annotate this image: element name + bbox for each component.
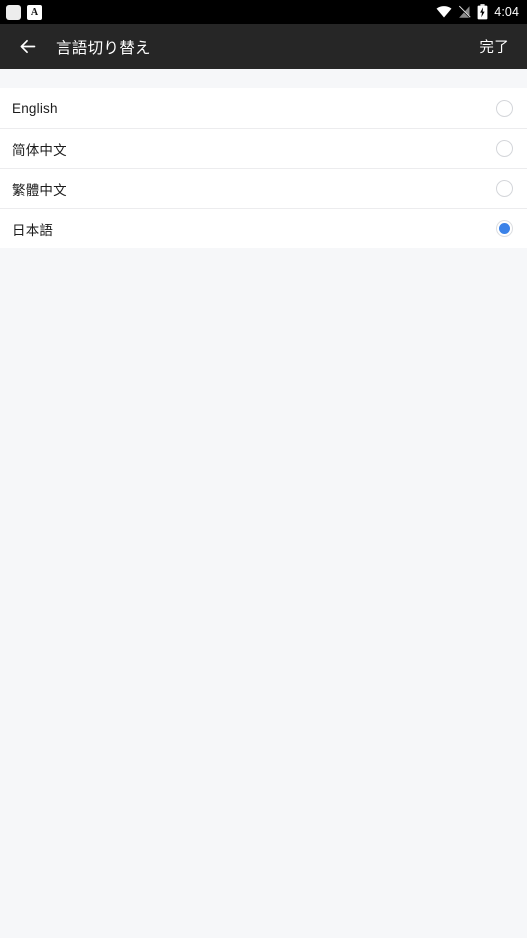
language-option-list: English 简体中文 繁體中文 日本語 [0, 88, 527, 248]
language-option-traditional-chinese[interactable]: 繁體中文 [0, 168, 527, 208]
language-option-label: 日本語 [12, 222, 54, 238]
app-toolbar: 言語切り替え 完了 [0, 24, 527, 69]
notification-square-icon [6, 4, 21, 20]
status-bar-left-icons: A [6, 4, 42, 20]
ime-indicator-icon: A [27, 4, 42, 20]
arrow-left-icon [20, 39, 35, 54]
language-option-simplified-chinese[interactable]: 简体中文 [0, 128, 527, 168]
status-bar-clock: 4:04 [494, 5, 519, 19]
radio-button-traditional-chinese[interactable] [496, 180, 513, 197]
radio-button-simplified-chinese[interactable] [496, 140, 513, 157]
page-title: 言語切り替え [56, 39, 151, 57]
language-option-label: 简体中文 [12, 142, 67, 158]
signal-off-icon [459, 5, 471, 18]
language-option-japanese[interactable]: 日本語 [0, 208, 527, 248]
radio-button-japanese[interactable] [496, 220, 513, 237]
language-option-label: English [12, 100, 58, 116]
language-switch-screen: A 4:04 言語切り替え 完了 English 简体中文 繁體中文 日本語 [0, 0, 527, 938]
done-button[interactable]: 完了 [477, 32, 511, 61]
language-option-english[interactable]: English [0, 88, 527, 128]
language-option-label: 繁體中文 [12, 182, 67, 198]
wifi-icon [436, 6, 452, 18]
radio-dot [499, 223, 510, 234]
radio-button-english[interactable] [496, 99, 513, 117]
back-button[interactable] [12, 32, 42, 62]
status-bar-right-icons: 4:04 [436, 4, 519, 20]
status-bar: A 4:04 [0, 0, 527, 24]
list-top-spacer [0, 69, 527, 88]
content-area: English 简体中文 繁體中文 日本語 [0, 69, 527, 938]
battery-charging-icon [477, 4, 488, 20]
